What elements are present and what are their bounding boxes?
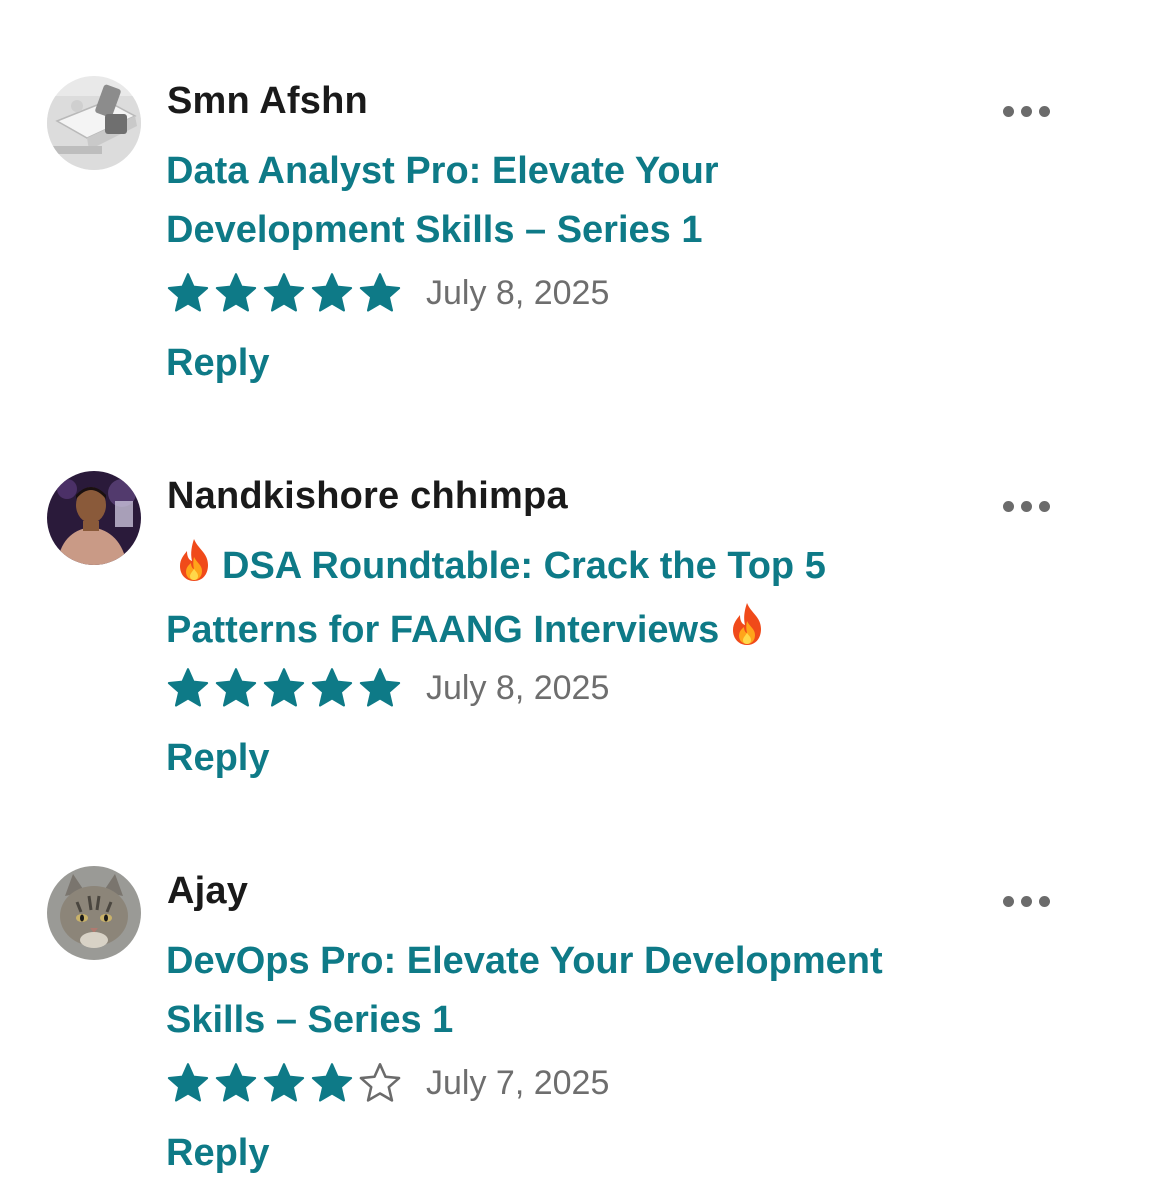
star-filled-icon: [215, 273, 257, 312]
fire-emoji-icon: [725, 601, 769, 665]
fire-emoji-icon: [172, 537, 216, 601]
more-horizontal-icon-dot: [1038, 895, 1050, 907]
reply-link[interactable]: Reply: [166, 737, 269, 780]
more-horizontal-icon-dot: [1020, 895, 1032, 907]
star-rating: [166, 666, 402, 710]
star-rating: [166, 1061, 402, 1105]
star-filled-icon: [215, 668, 257, 707]
reviewer-name[interactable]: Smn Afshn: [167, 80, 368, 123]
more-options-button[interactable]: [990, 491, 1062, 521]
rating-row: July 8, 2025: [166, 665, 609, 711]
more-options-button[interactable]: [990, 96, 1062, 126]
reviewer-name[interactable]: Ajay: [167, 870, 248, 913]
more-horizontal-icon-dot: [1020, 105, 1032, 117]
rating-row: July 7, 2025: [166, 1060, 609, 1106]
more-horizontal-icon: [1002, 500, 1014, 512]
more-options-button[interactable]: [990, 886, 1062, 916]
star-filled-icon: [263, 1063, 305, 1102]
more-horizontal-icon-dot: [1020, 500, 1032, 512]
reply-link[interactable]: Reply: [166, 1132, 269, 1175]
person-photo-avatar-icon: [47, 471, 141, 565]
reviewer-avatar[interactable]: [47, 76, 141, 170]
review-item: Smn Afshn Data Analyst Pro: Elevate Your…: [0, 0, 1150, 395]
review-item: Ajay DevOps Pro: Elevate Your Developmen…: [0, 790, 1150, 1185]
star-filled-icon: [167, 668, 209, 707]
star-filled-icon: [311, 668, 353, 707]
more-horizontal-icon: [1002, 895, 1014, 907]
reviewer-name[interactable]: Nandkishore chhimpa: [167, 475, 568, 518]
laptop-photo-avatar-icon: [47, 76, 141, 170]
rating-row: July 8, 2025: [166, 270, 609, 316]
star-outline-icon: [359, 1063, 401, 1102]
review-date: July 8, 2025: [426, 668, 610, 707]
event-title-link[interactable]: DSA Roundtable: Crack the Top 5 Patterns…: [166, 537, 966, 665]
reply-link[interactable]: Reply: [166, 342, 269, 385]
star-filled-icon: [263, 273, 305, 312]
star-filled-icon: [167, 1063, 209, 1102]
review-list: Smn Afshn Data Analyst Pro: Elevate Your…: [0, 0, 1150, 1200]
star-filled-icon: [359, 668, 401, 707]
more-horizontal-icon-dot: [1038, 500, 1050, 512]
review-item: Nandkishore chhimpa DSA Roundtable: Crac…: [0, 395, 1150, 790]
review-date: July 8, 2025: [426, 273, 610, 312]
event-title-link[interactable]: DevOps Pro: Elevate Your Development Ski…: [166, 932, 966, 1050]
star-filled-icon: [263, 668, 305, 707]
star-filled-icon: [311, 1063, 353, 1102]
star-filled-icon: [359, 273, 401, 312]
star-rating: [166, 271, 402, 315]
reviewer-avatar[interactable]: [47, 471, 141, 565]
cat-photo-avatar-icon: [47, 866, 141, 960]
more-horizontal-icon: [1002, 105, 1014, 117]
reviewer-avatar[interactable]: [47, 866, 141, 960]
star-filled-icon: [215, 1063, 257, 1102]
star-filled-icon: [167, 273, 209, 312]
review-date: July 7, 2025: [426, 1063, 610, 1102]
event-title-link[interactable]: Data Analyst Pro: Elevate Your Developme…: [166, 142, 966, 260]
star-filled-icon: [311, 273, 353, 312]
more-horizontal-icon-dot: [1038, 105, 1050, 117]
